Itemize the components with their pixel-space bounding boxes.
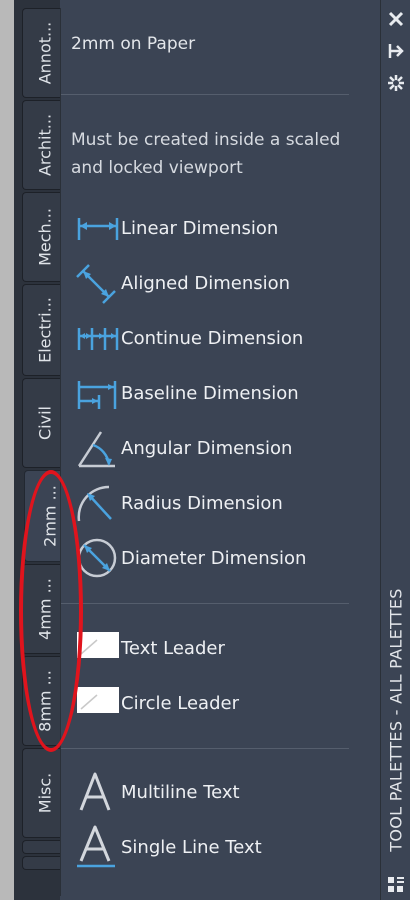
text-leader-tool[interactable]: Text Leader — [75, 626, 365, 670]
tab-label: Archit... — [35, 113, 54, 177]
radius-dimension-tool[interactable]: Radius Dimension — [75, 481, 365, 525]
tool-label: Aligned Dimension — [121, 272, 291, 294]
tab-label: 2mm ... — [40, 485, 59, 547]
divider — [61, 603, 349, 604]
palette-window-title: TOOL PALETTES - ALL PALETTES — [386, 588, 406, 852]
continue-dimension-icon — [75, 316, 121, 360]
divider — [61, 94, 349, 95]
tab-label: Annot... — [35, 21, 54, 85]
diameter-dimension-icon — [75, 536, 121, 580]
tab-label: Misc. — [35, 772, 54, 814]
multiline-text-icon — [75, 770, 121, 814]
aligned-dimension-icon — [75, 261, 121, 305]
multiline-text-tool[interactable]: Multiline Text — [75, 770, 365, 814]
close-icon[interactable] — [387, 10, 405, 28]
text-leader-icon — [75, 626, 121, 670]
palette-title-bar: TOOL PALETTES - ALL PALETTES — [380, 0, 410, 900]
tool-label: Circle Leader — [121, 692, 239, 714]
palette-title: 2mm on Paper — [71, 34, 196, 54]
palette-note: Must be created inside a scaled and lock… — [71, 130, 341, 178]
tool-label: Diameter Dimension — [121, 547, 307, 569]
tool-label: Continue Dimension — [121, 327, 304, 349]
window-edge — [0, 0, 14, 900]
angular-dimension-tool[interactable]: Angular Dimension — [75, 426, 365, 470]
aligned-dimension-tool[interactable]: Aligned Dimension — [75, 261, 365, 305]
radius-dimension-icon — [75, 481, 121, 525]
divider — [61, 748, 349, 749]
palette-grid-icon[interactable] — [387, 876, 405, 894]
tool-palette-panel: 2mm on Paper Must be created inside a sc… — [60, 8, 381, 896]
tool-label: Baseline Dimension — [121, 382, 299, 404]
baseline-dimension-tool[interactable]: Baseline Dimension — [75, 371, 365, 415]
single-line-text-tool[interactable]: Single Line Text — [75, 825, 365, 869]
tool-label: Angular Dimension — [121, 437, 293, 459]
palette-tab-strip: Annot... Archit... Mech... Electri... Ci… — [14, 0, 74, 900]
tool-label: Radius Dimension — [121, 492, 283, 514]
diameter-dimension-tool[interactable]: Diameter Dimension — [75, 536, 365, 580]
tab-label: 4mm ... — [35, 578, 54, 640]
circle-leader-icon — [75, 681, 121, 725]
tab-label: Civil — [35, 406, 54, 440]
tool-label: Multiline Text — [121, 781, 240, 803]
linear-dimension-tool[interactable]: Linear Dimension — [75, 206, 365, 250]
tab-label: Mech... — [35, 208, 54, 266]
tool-label: Single Line Text — [121, 836, 262, 858]
linear-dimension-icon — [75, 206, 121, 250]
auto-hide-icon[interactable] — [387, 42, 405, 60]
single-line-text-icon — [75, 825, 121, 869]
tool-label: Linear Dimension — [121, 217, 279, 239]
tab-label: Electri... — [35, 297, 54, 363]
baseline-dimension-icon — [75, 371, 121, 415]
tab-label: 8mm ... — [35, 670, 54, 732]
angular-dimension-icon — [75, 426, 121, 470]
continue-dimension-tool[interactable]: Continue Dimension — [75, 316, 365, 360]
circle-leader-tool[interactable]: Circle Leader — [75, 681, 365, 725]
properties-icon[interactable] — [387, 74, 405, 92]
tool-label: Text Leader — [121, 637, 225, 659]
